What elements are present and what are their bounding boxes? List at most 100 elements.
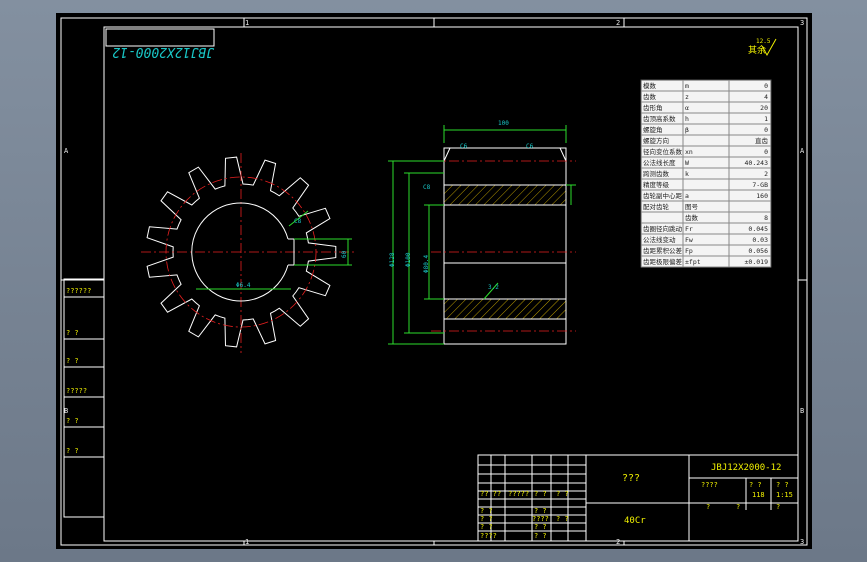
param-symbol: β (685, 126, 689, 134)
review-2-a: ? ? (480, 515, 493, 523)
param-symbol: z (685, 93, 689, 101)
zone-label-bottom-1: 1 (245, 538, 249, 546)
section-hatch-bottom (443, 298, 567, 320)
drawing-viewport[interactable]: 1 2 3 1 2 3 A B A B JBJ12X2000-12 其余 12.… (56, 13, 812, 549)
param-value: 0 (764, 126, 768, 134)
drawing-number: JBJ12X2000-12 (711, 463, 781, 473)
sign-label-2: ????? (508, 490, 529, 498)
review-2-b: ???? (532, 515, 549, 523)
title-stamp-box (105, 28, 215, 47)
sheet-label-1: ? (706, 503, 710, 511)
outer-dia-text: Φ128 (389, 252, 396, 267)
param-value: 0.045 (748, 225, 768, 233)
stage-header-2: ? ? (749, 481, 762, 489)
side-revision-strip: ?????? ? ? ? ?????? ? ? ? ? (63, 278, 105, 518)
review-2-c: ? ? (556, 515, 569, 523)
drawing-canvas[interactable]: 1 2 3 1 2 3 A B A B JBJ12X2000-12 其余 12.… (56, 13, 812, 549)
review-4-b: ? ? (534, 532, 547, 540)
zone-label-right-b: B (800, 407, 804, 415)
param-name: 配对齿轮 (643, 202, 670, 211)
stage-header-3: ? ? (776, 481, 789, 489)
param-name: 精度等级 (643, 180, 670, 189)
section-hatch-top (443, 184, 567, 206)
param-value: 0 (764, 148, 768, 156)
zone-label-top-1: 1 (245, 19, 249, 27)
review-4-a: ???? (480, 532, 497, 540)
param-name: 公法线长度 (643, 158, 676, 167)
bore-dimension-text: Φ6.4 (236, 282, 251, 289)
sign-label-3: ? ? (534, 490, 547, 498)
param-symbol: m (685, 82, 689, 90)
zone-label-right-a: A (800, 147, 805, 155)
roughness-value: 12.5 (756, 38, 771, 45)
param-name: 螺旋角 (643, 125, 663, 134)
title-block[interactable]: ??? 40Cr JBJ12X2000-12 ???? ? ? ? ? 118 … (477, 454, 799, 542)
zone-label-left-b: B (64, 407, 68, 415)
chamfer-right-text: C6 (526, 143, 534, 150)
side-strip-label: ????? (66, 387, 87, 395)
param-name: 齿轮副中心距 (643, 191, 683, 200)
side-strip-label: ? ? (66, 447, 79, 455)
zone-label-left-a: A (64, 147, 69, 155)
param-symbol: k (685, 170, 689, 178)
side-strip-label: ? ? (66, 329, 79, 337)
cad-application: 1 2 3 1 2 3 A B A B JBJ12X2000-12 其余 12.… (0, 0, 867, 562)
keyway-dimension-text: 60 (341, 250, 348, 258)
stage-header-1: ???? (701, 481, 718, 489)
param-symbol: ±fpt (685, 258, 701, 266)
chamfer-leader-text: C8 (294, 218, 302, 225)
roughness-symbol: 其余 12.5 (748, 38, 777, 57)
param-value: 1 (764, 115, 768, 123)
roughness-label: 其余 (748, 44, 766, 56)
param-symbol: α (685, 104, 689, 112)
param-value: 直齿 (755, 136, 769, 145)
tb-sign-grid (478, 455, 586, 541)
param-symbol: Fw (685, 236, 693, 244)
review-1-b: ? ? (534, 507, 547, 515)
param-symbol: W (685, 159, 689, 167)
side-strip-label: ? ? (66, 417, 79, 425)
scale-value: 1:15 (776, 491, 793, 499)
zone-label-bottom-3: 3 (800, 538, 804, 546)
part-name: ??? (622, 473, 640, 484)
pitch-dia-text: Φ80.4 (423, 255, 430, 273)
param-symbol: Fr (685, 225, 693, 233)
hub-chamfer-text: C8 (423, 184, 431, 191)
sign-label-1: ?? ?? (480, 490, 501, 498)
param-symbol: a (685, 192, 689, 200)
param-value: 0.03 (752, 236, 768, 244)
param-value: 20 (760, 104, 768, 112)
face-width-text: 100 (498, 120, 509, 127)
param-name: 螺旋方向 (643, 136, 669, 145)
param-name: 跨测齿数 (643, 169, 670, 178)
param-name: 公法线变动 (643, 235, 676, 244)
param-name: 径向变位系数 (643, 147, 683, 156)
chamfer-left-text: C6 (460, 143, 468, 150)
gear-front-view[interactable]: Φ6.4 60 C8 (141, 153, 356, 353)
param-value: ±0.019 (745, 258, 769, 266)
gear-section-view[interactable]: 100 C6 C6 Φ128 Φ100 Φ80.4 C8 3.2 (388, 120, 576, 345)
param-symbol: 图号 (685, 203, 699, 211)
gear-parameter-table[interactable]: 模数 m 0齿数 z 4齿形角 α 20齿顶高系数 h 1螺旋角 β 0螺旋方向 直齿径向变位系数 xn… (640, 79, 772, 268)
param-value: 4 (764, 93, 768, 101)
side-strip-frame (63, 278, 105, 518)
param-value: 2 (764, 170, 768, 178)
review-3-a: ? ? (480, 523, 493, 531)
sheet-label-2: ? (736, 503, 740, 511)
param-value: 0 (764, 82, 768, 90)
zone-label-top-2: 2 (616, 19, 620, 27)
sign-label-4: ? ? (556, 490, 569, 498)
material: 40Cr (624, 516, 646, 526)
weight-value: 118 (752, 491, 765, 499)
face-width-dimension (443, 125, 567, 143)
param-value: 7-GB (752, 181, 768, 189)
param-value: 0.056 (748, 247, 768, 255)
section-chamfer-left (443, 147, 451, 162)
param-symbol: Fp (685, 247, 693, 255)
param-name: 模数 (643, 81, 657, 90)
param-symbol: xn (685, 148, 693, 156)
param-name: 齿形角 (643, 103, 663, 112)
param-name: 齿圈径向跳动 (643, 224, 683, 233)
param-name: 齿距累积公差 (643, 246, 683, 255)
review-3-b: ? ? (534, 523, 547, 531)
